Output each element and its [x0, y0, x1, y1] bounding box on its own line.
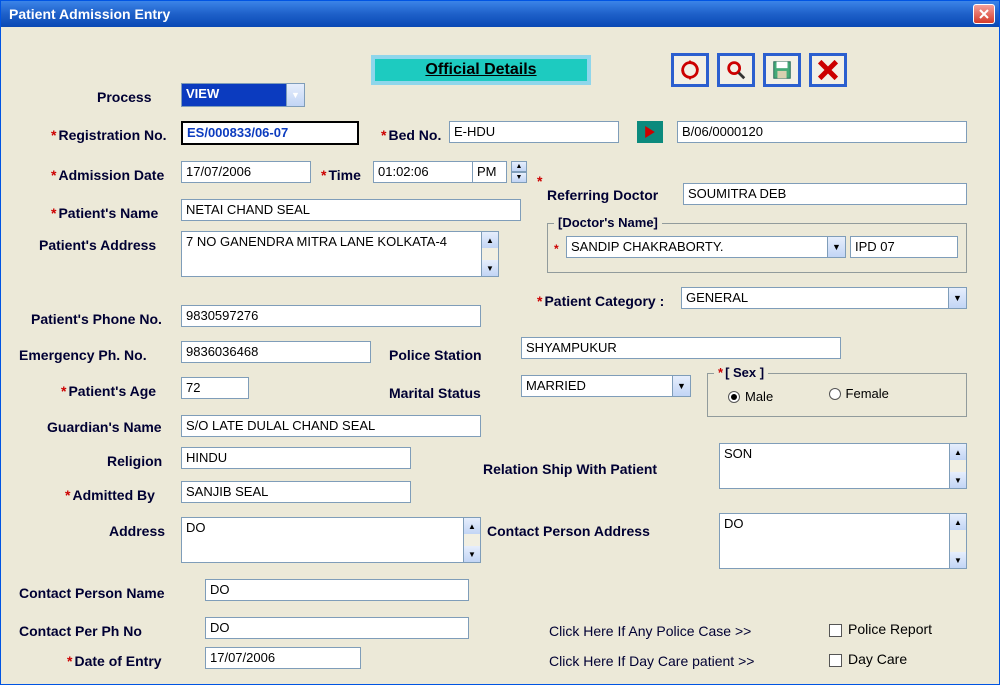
search-icon: [725, 59, 747, 81]
chevron-down-icon[interactable]: ▼: [286, 84, 304, 106]
day-care-checkbox[interactable]: Day Care: [829, 651, 907, 667]
patients-phone-input[interactable]: 9830597276: [181, 305, 481, 327]
sex-group: *[ Sex ] Male Female: [707, 373, 967, 417]
registration-no-label: *Registration No.: [51, 127, 167, 143]
patients-address-input[interactable]: 7 NO GANENDRA MITRA LANE KOLKATA-4 ▲▼: [181, 231, 499, 277]
contact-per-ph-label: Contact Per Ph No: [19, 623, 142, 639]
bed-no-label: *Bed No.: [381, 127, 441, 143]
refresh-icon: [679, 59, 701, 81]
date-of-entry-label: *Date of Entry: [67, 653, 162, 669]
x-icon: [818, 60, 838, 80]
scrollbar[interactable]: ▲▼: [481, 231, 499, 277]
refresh-button[interactable]: [671, 53, 709, 87]
religion-input[interactable]: HINDU: [181, 447, 411, 469]
sex-male-radio[interactable]: Male: [728, 389, 773, 404]
save-icon: [771, 59, 793, 81]
ipd-no-input[interactable]: B/06/0000120: [677, 121, 967, 143]
patients-address-label: Patient's Address: [39, 237, 156, 253]
form-content: Official Details Process VIEW ▼ *Registr…: [1, 27, 999, 684]
police-case-hint: Click Here If Any Police Case >>: [549, 623, 751, 639]
emergency-phone-input[interactable]: 9836036468: [181, 341, 371, 363]
contact-person-address-label: Contact Person Address: [487, 523, 650, 539]
admitted-by-label: *Admitted By: [65, 487, 155, 503]
doctors-name-dropdown[interactable]: SANDIP CHAKRABORTY. ▼: [566, 236, 846, 258]
patients-phone-label: Patient's Phone No.: [31, 311, 162, 327]
guardians-name-input[interactable]: S/O LATE DULAL CHAND SEAL: [181, 415, 481, 437]
patients-name-input[interactable]: NETAI CHAND SEAL: [181, 199, 521, 221]
religion-label: Religion: [107, 453, 162, 469]
doctors-name-group: [Doctor's Name] * SANDIP CHAKRABORTY. ▼ …: [547, 223, 967, 273]
contact-per-ph-input[interactable]: DO: [205, 617, 469, 639]
referring-doctor-label: *Referring Doctor: [547, 187, 658, 203]
guardians-name-label: Guardian's Name: [47, 419, 162, 435]
close-button[interactable]: [973, 4, 995, 24]
contact-person-name-label: Contact Person Name: [19, 585, 164, 601]
relation-ship-input[interactable]: SON ▲▼: [719, 443, 967, 489]
patient-category-dropdown[interactable]: GENERAL ▼: [681, 287, 967, 309]
toolbar: [671, 53, 847, 87]
search-button[interactable]: [717, 53, 755, 87]
play-button[interactable]: [637, 121, 663, 143]
time-spinner[interactable]: ▲ ▼: [511, 161, 527, 183]
bed-no-input[interactable]: E-HDU: [449, 121, 619, 143]
police-station-input[interactable]: SHYAMPUKUR: [521, 337, 841, 359]
spinner-up[interactable]: ▲: [511, 161, 527, 172]
official-details-button[interactable]: Official Details: [371, 55, 591, 85]
play-icon: [644, 126, 656, 138]
registration-no-input[interactable]: ES/000833/06-07: [181, 121, 359, 145]
chevron-down-icon[interactable]: ▼: [948, 288, 966, 308]
patient-category-label: *Patient Category :: [537, 293, 664, 309]
referring-doctor-input[interactable]: SOUMITRA DEB: [683, 183, 967, 205]
contact-person-address-input[interactable]: DO ▲▼: [719, 513, 967, 569]
doctors-name-legend: [Doctor's Name]: [554, 215, 662, 230]
admitted-by-input[interactable]: SANJIB SEAL: [181, 481, 411, 503]
process-dropdown[interactable]: VIEW ▼: [181, 83, 305, 107]
doctor-code-input[interactable]: IPD 07: [850, 236, 958, 258]
time-ampm[interactable]: PM: [473, 161, 507, 183]
sex-female-radio[interactable]: Female: [829, 386, 889, 401]
address-label: Address: [109, 523, 165, 539]
contact-person-name-input[interactable]: DO: [205, 579, 469, 601]
relation-ship-label: Relation Ship With Patient: [483, 461, 657, 477]
day-care-hint: Click Here If Day Care patient >>: [549, 653, 754, 669]
window-title: Patient Admission Entry: [9, 6, 973, 22]
scrollbar[interactable]: ▲▼: [463, 517, 481, 563]
emergency-phone-label: Emergency Ph. No.: [19, 347, 147, 363]
police-report-checkbox[interactable]: Police Report: [829, 621, 932, 637]
time-input[interactable]: 01:02:06: [373, 161, 473, 183]
spinner-down[interactable]: ▼: [511, 172, 527, 183]
police-station-label: Police Station: [389, 347, 482, 363]
sex-legend: *[ Sex ]: [714, 365, 768, 380]
process-label: Process: [97, 89, 151, 105]
admission-date-input[interactable]: 17/07/2006: [181, 161, 311, 183]
patients-age-input[interactable]: 72: [181, 377, 249, 399]
scrollbar[interactable]: ▲▼: [949, 513, 967, 569]
time-label: *Time: [321, 167, 361, 183]
app-window: Patient Admission Entry Official Details…: [0, 0, 1000, 685]
address-input[interactable]: DO ▲▼: [181, 517, 481, 563]
admission-date-label: *Admission Date: [51, 167, 164, 183]
scrollbar[interactable]: ▲▼: [949, 443, 967, 489]
chevron-down-icon[interactable]: ▼: [672, 376, 690, 396]
chevron-down-icon[interactable]: ▼: [827, 237, 845, 257]
marital-status-label: Marital Status: [389, 385, 481, 401]
delete-button[interactable]: [809, 53, 847, 87]
date-of-entry-input[interactable]: 17/07/2006: [205, 647, 361, 669]
patients-age-label: *Patient's Age: [61, 383, 156, 399]
save-button[interactable]: [763, 53, 801, 87]
titlebar: Patient Admission Entry: [1, 1, 999, 27]
patients-name-label: *Patient's Name: [51, 205, 158, 221]
marital-status-dropdown[interactable]: MARRIED ▼: [521, 375, 691, 397]
